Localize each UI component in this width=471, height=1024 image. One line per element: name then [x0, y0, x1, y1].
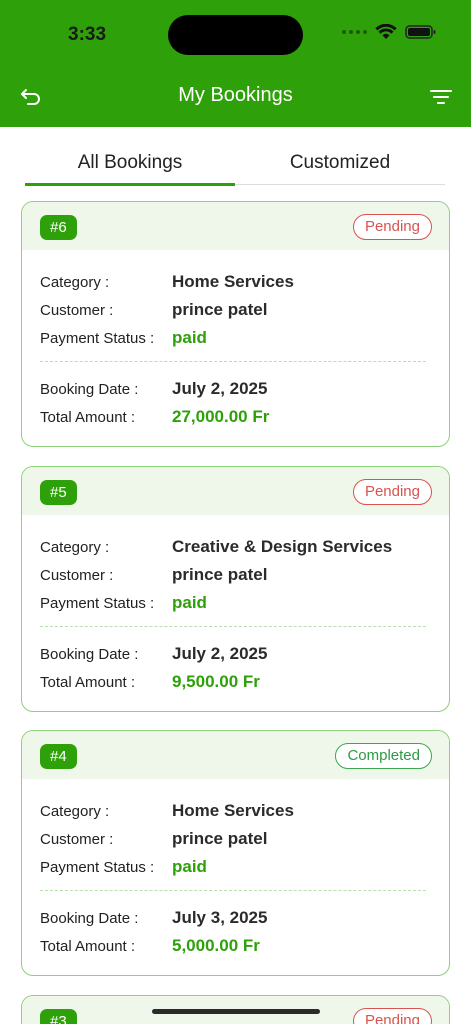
status-badge: Pending: [352, 214, 432, 240]
payment-status-label: Payment Status :: [40, 330, 155, 347]
booking-date-value: July 2, 2025: [172, 379, 268, 398]
booking-id-badge: #5: [40, 480, 77, 505]
booking-card[interactable]: #4 Completed Category : Home Services Cu…: [21, 730, 450, 976]
total-amount-value: 9,500.00 Fr: [172, 672, 260, 691]
booking-tabs: All Bookings Customized: [25, 148, 445, 186]
booking-id-badge: #6: [40, 215, 77, 240]
payment-status-label: Payment Status :: [40, 595, 155, 612]
dashed-divider: [40, 626, 426, 627]
booking-card-header: #6 Pending: [22, 202, 449, 250]
payment-status-value: paid: [172, 593, 207, 612]
dashed-divider: [40, 890, 426, 891]
total-amount-label: Total Amount :: [40, 409, 136, 426]
app-header: 3:33 My Bookings: [0, 0, 471, 127]
payment-status-value: paid: [172, 857, 207, 876]
booking-card-header: #5 Pending: [22, 467, 449, 515]
booking-card[interactable]: #5 Pending Category : Creative & Design …: [21, 466, 450, 712]
dynamic-island: [168, 15, 303, 55]
booking-date-value: July 3, 2025: [172, 908, 268, 927]
category-value: Home Services: [172, 272, 294, 291]
category-label: Category :: [40, 539, 110, 556]
category-value: Home Services: [172, 801, 294, 820]
customer-value: prince patel: [172, 565, 268, 584]
payment-status-label: Payment Status :: [40, 859, 155, 876]
payment-status-value: paid: [172, 328, 207, 347]
status-badge: Completed: [335, 743, 432, 769]
customer-label: Customer :: [40, 302, 114, 319]
booking-id-badge: #4: [40, 744, 77, 769]
booking-id-badge: #3: [40, 1009, 77, 1024]
page-title: My Bookings: [178, 84, 293, 106]
booking-card[interactable]: #6 Pending Category : Home Services Cust…: [21, 201, 450, 447]
status-time: 3:33: [68, 24, 107, 45]
category-value: Creative & Design Services: [172, 537, 393, 556]
total-amount-value: 5,000.00 Fr: [172, 936, 260, 955]
filter-button[interactable]: [425, 82, 457, 112]
booking-card-header: #4 Completed: [22, 731, 449, 779]
total-amount-label: Total Amount :: [40, 938, 136, 955]
booking-date-value: July 2, 2025: [172, 644, 268, 663]
signal-icon: [342, 30, 367, 34]
category-label: Category :: [40, 803, 110, 820]
dashed-divider: [40, 361, 426, 362]
tab-customized[interactable]: Customized: [235, 148, 445, 184]
booking-date-label: Booking Date :: [40, 910, 139, 927]
filter-icon: [430, 90, 452, 104]
total-amount-label: Total Amount :: [40, 674, 136, 691]
tab-all-bookings[interactable]: All Bookings: [25, 148, 235, 186]
customer-label: Customer :: [40, 831, 114, 848]
battery-icon: [405, 25, 436, 39]
booking-date-label: Booking Date :: [40, 381, 139, 398]
customer-value: prince patel: [172, 829, 268, 848]
home-indicator: [152, 1009, 320, 1014]
wifi-icon: [375, 24, 397, 39]
status-icons: [342, 24, 437, 40]
customer-value: prince patel: [172, 300, 268, 319]
total-amount-value: 27,000.00 Fr: [172, 407, 270, 426]
customer-label: Customer :: [40, 567, 114, 584]
status-badge: Pending: [352, 479, 432, 505]
status-badge: Pending: [352, 1008, 432, 1024]
booking-date-label: Booking Date :: [40, 646, 139, 663]
category-label: Category :: [40, 274, 110, 291]
